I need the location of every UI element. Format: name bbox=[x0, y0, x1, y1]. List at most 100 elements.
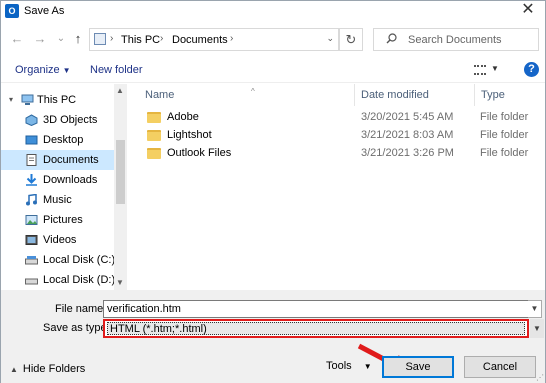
file-list: Name ^ Date modified Type Adobe 3/20/202… bbox=[131, 84, 545, 290]
chevron-right-icon: › bbox=[230, 33, 234, 44]
computer-icon bbox=[94, 33, 106, 45]
folder-icon bbox=[147, 148, 161, 159]
file-type: File folder bbox=[480, 111, 529, 123]
file-type: File folder bbox=[480, 147, 529, 159]
chevron-right-icon: › bbox=[110, 33, 114, 44]
file-name: Lightshot bbox=[167, 129, 212, 141]
sidebar-item-documents[interactable]: Documents bbox=[1, 150, 114, 170]
file-name-label: File name: bbox=[55, 303, 107, 315]
sidebar-item-desktop[interactable]: Desktop bbox=[1, 130, 114, 150]
column-header-date[interactable]: Date modified bbox=[355, 84, 475, 106]
scroll-thumb[interactable] bbox=[116, 140, 125, 204]
search-box[interactable]: Search Documents bbox=[373, 28, 539, 51]
help-icon[interactable]: ? bbox=[524, 62, 539, 77]
document-icon bbox=[26, 154, 37, 166]
back-button[interactable]: ← bbox=[10, 32, 24, 46]
file-name: Outlook Files bbox=[167, 147, 232, 159]
search-icon bbox=[386, 33, 397, 44]
scroll-down-icon[interactable]: ▼ bbox=[116, 278, 124, 287]
navigation-bar: ← → ⌄ ↑ › This PC › Documents › ⌄ ↻ Sear… bbox=[1, 23, 545, 57]
refresh-button[interactable]: ↻ bbox=[339, 28, 363, 51]
sidebar-item-label: Downloads bbox=[43, 174, 98, 186]
command-toolbar: Organize ▼ New folder ▼ ? bbox=[1, 57, 545, 83]
sidebar-item-pictures[interactable]: Pictures bbox=[1, 210, 114, 230]
file-name: Adobe bbox=[167, 111, 199, 123]
file-date: 3/20/2021 5:45 AM bbox=[361, 111, 454, 123]
new-folder-button[interactable]: New folder bbox=[90, 64, 143, 76]
drive-icon bbox=[25, 256, 38, 265]
up-button[interactable]: ↑ bbox=[71, 32, 85, 46]
sidebar-item-label: Music bbox=[43, 194, 72, 206]
list-item[interactable]: Lightshot 3/21/2021 8:03 AM File folder bbox=[131, 127, 545, 145]
file-date: 3/21/2021 8:03 AM bbox=[361, 129, 454, 141]
computer-icon bbox=[21, 94, 34, 105]
folder-icon bbox=[147, 112, 161, 123]
sidebar-item-label: Desktop bbox=[43, 134, 84, 146]
sidebar-item-videos[interactable]: Videos bbox=[1, 230, 114, 250]
search-input[interactable]: Search Documents bbox=[408, 34, 502, 46]
cancel-button[interactable]: Cancel bbox=[464, 356, 536, 378]
column-header-type[interactable]: Type bbox=[475, 84, 545, 106]
sidebar-item-label: Local Disk (C:) bbox=[43, 254, 116, 266]
sidebar-item-3d-objects[interactable]: 3D Objects bbox=[1, 110, 114, 130]
hide-folders-button[interactable]: ▲ Hide Folders bbox=[10, 363, 85, 375]
file-name-input[interactable]: verification.htm bbox=[103, 300, 529, 318]
window-title: Save As bbox=[24, 5, 65, 17]
save-as-dialog: O Save As ✕ ← → ⌄ ↑ › This PC › Document… bbox=[0, 0, 546, 383]
sidebar-item-label: 3D Objects bbox=[43, 114, 98, 126]
sidebar-item-label: Local Disk (D:) bbox=[43, 274, 116, 286]
column-header-name[interactable]: Name ^ bbox=[139, 84, 355, 106]
sidebar-item-label: Videos bbox=[43, 234, 77, 246]
organize-label: Organize bbox=[15, 64, 60, 76]
chevron-down-icon[interactable]: ▼ bbox=[530, 319, 544, 338]
drive-icon bbox=[25, 278, 38, 285]
sidebar-item-label: Documents bbox=[43, 154, 99, 166]
video-icon bbox=[25, 235, 38, 245]
sidebar-item-label: This PC bbox=[37, 94, 77, 106]
navigation-scrollbar[interactable]: ▲ ▼ bbox=[114, 84, 127, 290]
sidebar-item-music[interactable]: Music bbox=[1, 190, 114, 210]
view-options-icon[interactable] bbox=[474, 65, 486, 75]
breadcrumb-documents[interactable]: Documents bbox=[172, 34, 228, 46]
chevron-down-icon[interactable]: ▼ bbox=[528, 300, 542, 318]
sidebar-item-local-disk-c[interactable]: Local Disk (C:) bbox=[1, 250, 116, 270]
save-as-type-select[interactable]: HTML (*.htm;*.html) bbox=[103, 319, 529, 338]
sidebar-item-downloads[interactable]: Downloads bbox=[1, 170, 114, 190]
sidebar-item-local-disk-d[interactable]: Local Disk (D:) bbox=[1, 270, 116, 290]
navigation-pane: ▾ This PC 3D Objects Desktop Documents D… bbox=[1, 84, 127, 290]
chevron-down-icon[interactable]: ▼ bbox=[491, 64, 499, 73]
desktop-icon bbox=[25, 135, 38, 145]
address-bar[interactable]: › This PC › Documents › ⌄ bbox=[89, 28, 339, 51]
save-as-type-label: Save as type: bbox=[43, 322, 110, 334]
column-header-label: Name bbox=[145, 89, 175, 101]
organize-button[interactable]: Organize ▼ bbox=[15, 64, 71, 76]
tools-label: Tools bbox=[326, 360, 352, 372]
breadcrumb-this-pc[interactable]: This PC bbox=[121, 34, 160, 46]
address-dropdown-icon[interactable]: ⌄ bbox=[326, 33, 334, 44]
title-bar: O Save As ✕ bbox=[1, 1, 545, 21]
sidebar-item-label: Pictures bbox=[43, 214, 83, 226]
scroll-up-icon[interactable]: ▲ bbox=[116, 86, 124, 95]
list-item[interactable]: Outlook Files 3/21/2021 3:26 PM File fol… bbox=[131, 145, 545, 163]
file-date: 3/21/2021 3:26 PM bbox=[361, 147, 454, 159]
close-button[interactable]: ✕ bbox=[517, 2, 539, 20]
save-button[interactable]: Save bbox=[382, 356, 454, 378]
download-icon bbox=[26, 174, 37, 186]
resize-grip-icon[interactable]: ⋰ bbox=[536, 373, 544, 382]
file-type: File folder bbox=[480, 129, 529, 141]
sidebar-item-this-pc[interactable]: ▾ This PC bbox=[1, 90, 114, 110]
save-as-type-value: HTML (*.htm;*.html) bbox=[107, 322, 525, 335]
recent-locations-button[interactable]: ⌄ bbox=[54, 32, 68, 46]
folder-icon bbox=[147, 130, 161, 141]
chevron-down-icon[interactable]: ▾ bbox=[9, 95, 13, 104]
list-item[interactable]: Adobe 3/20/2021 5:45 AM File folder bbox=[131, 109, 545, 127]
chevron-right-icon: › bbox=[160, 33, 164, 44]
pictures-icon bbox=[25, 215, 38, 225]
hide-folders-label: Hide Folders bbox=[22, 363, 86, 375]
forward-button[interactable]: → bbox=[33, 32, 47, 46]
cube-icon bbox=[25, 114, 38, 126]
chevron-down-icon: ▼ bbox=[62, 66, 71, 75]
save-options-panel: File name: verification.htm ▼ Save as ty… bbox=[1, 290, 545, 383]
outlook-icon: O bbox=[5, 4, 19, 18]
chevron-up-icon: ▲ bbox=[10, 365, 18, 374]
